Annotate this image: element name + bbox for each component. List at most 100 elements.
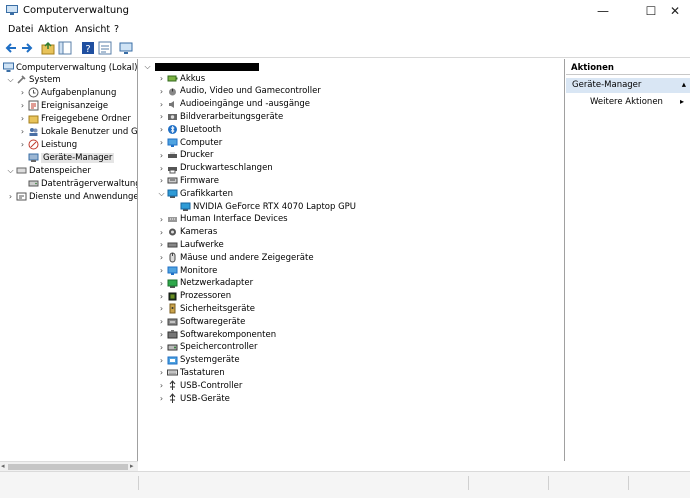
- tree-item-geraete-manager[interactable]: Geräte-Manager: [27, 151, 115, 164]
- tree-item-system[interactable]: ⌵ System: [6, 73, 60, 86]
- menu-ansicht[interactable]: Ansicht: [75, 24, 110, 35]
- usb-controller-icon: [167, 380, 178, 391]
- tree-item-lokale-benutzer[interactable]: › Lokale Benutzer und Gr: [18, 125, 137, 138]
- chevron-right-icon[interactable]: ›: [157, 265, 166, 276]
- chevron-right-icon[interactable]: ›: [157, 137, 166, 148]
- actions-section-geraete-manager[interactable]: Geräte-Manager ▴: [566, 78, 690, 93]
- device-category-bildverarbeitung[interactable]: › Bildverarbeitungsgeräte: [157, 110, 283, 123]
- collapse-arrow-icon[interactable]: ▴: [682, 78, 686, 93]
- chevron-right-icon[interactable]: ›: [18, 113, 27, 124]
- device-category-maeuse[interactable]: › Mäuse und andere Zeigegeräte: [157, 251, 314, 264]
- chevron-down-icon[interactable]: ⌵: [6, 74, 15, 85]
- chevron-right-icon[interactable]: ›: [157, 393, 166, 404]
- imaging-icon: [167, 111, 178, 122]
- help-icon[interactable]: ?: [80, 40, 96, 56]
- chevron-right-icon[interactable]: ›: [157, 367, 166, 378]
- device-category-bluetooth[interactable]: › Bluetooth: [157, 123, 221, 136]
- device-category-sicherheitsgeraete[interactable]: › Sicherheitsgeräte: [157, 302, 255, 315]
- chevron-right-icon[interactable]: ›: [157, 111, 166, 122]
- chevron-right-icon[interactable]: ›: [157, 99, 166, 110]
- chevron-right-icon[interactable]: ›: [157, 329, 166, 340]
- chevron-right-icon[interactable]: ›: [157, 342, 166, 353]
- chevron-right-icon[interactable]: ›: [18, 126, 27, 137]
- device-category-laufwerke[interactable]: › Laufwerke: [157, 238, 224, 251]
- chevron-right-icon[interactable]: ›: [157, 73, 166, 84]
- device-category-speichercontroller[interactable]: › Speichercontroller: [157, 341, 258, 354]
- device-category-usb-geraete[interactable]: › USB-Geräte: [157, 392, 230, 405]
- submenu-arrow-icon[interactable]: ▸: [680, 97, 684, 106]
- scroll-right-icon[interactable]: ▸: [130, 462, 134, 470]
- tools-icon: [16, 74, 27, 85]
- device-category-computer[interactable]: › Computer: [157, 136, 222, 149]
- horizontal-scrollbar[interactable]: ◂ ▸: [0, 461, 138, 471]
- action-weitere-aktionen[interactable]: Weitere Aktionen: [590, 97, 663, 107]
- device-category-kameras[interactable]: › Kameras: [157, 226, 217, 239]
- chevron-right-icon[interactable]: ›: [18, 87, 27, 98]
- chevron-right-icon[interactable]: ›: [157, 239, 166, 250]
- device-category-nvidia-gpu[interactable]: NVIDIA GeForce RTX 4070 Laptop GPU: [179, 200, 356, 213]
- disk-management-icon: [28, 178, 39, 189]
- device-category-drucker[interactable]: › Drucker: [157, 149, 214, 162]
- close-button[interactable]: ✕: [660, 3, 690, 19]
- chevron-right-icon[interactable]: ›: [18, 139, 27, 150]
- menu-help[interactable]: ?: [114, 24, 119, 35]
- up-folder-icon[interactable]: [40, 40, 56, 56]
- device-category-netzwerkadapter[interactable]: › Netzwerkadapter: [157, 277, 253, 290]
- chevron-right-icon[interactable]: ›: [157, 175, 166, 186]
- device-tree-root[interactable]: ⌵: [143, 60, 259, 73]
- forward-arrow-icon[interactable]: [19, 40, 35, 56]
- device-category-firmware[interactable]: › Firmware: [157, 174, 219, 187]
- tree-item-ereignisanzeige[interactable]: › Ereignisanzeige: [18, 99, 108, 112]
- tree-item-freigegebene-ordner[interactable]: › Freigegebene Ordner: [18, 112, 131, 125]
- chevron-right-icon[interactable]: ›: [157, 291, 166, 302]
- chevron-right-icon[interactable]: ›: [157, 316, 166, 327]
- chevron-right-icon[interactable]: ›: [18, 100, 27, 111]
- device-category-softwarekomponenten[interactable]: › Softwarekomponenten: [157, 328, 276, 341]
- device-category-prozessoren[interactable]: › Prozessoren: [157, 290, 231, 303]
- event-viewer-icon: [28, 100, 39, 111]
- chevron-right-icon[interactable]: ›: [157, 380, 166, 391]
- tree-item-leistung[interactable]: › Leistung: [18, 138, 77, 151]
- scroll-left-icon[interactable]: ◂: [1, 462, 5, 470]
- monitor-icon[interactable]: [118, 40, 134, 56]
- chevron-right-icon[interactable]: ›: [157, 86, 166, 97]
- chevron-right-icon[interactable]: ›: [157, 124, 166, 135]
- chevron-down-icon[interactable]: ⌵: [143, 61, 152, 72]
- chevron-right-icon[interactable]: ›: [157, 278, 166, 289]
- back-arrow-icon[interactable]: [3, 40, 19, 56]
- chevron-right-icon[interactable]: ›: [157, 150, 166, 161]
- device-category-akkus[interactable]: › Akkus: [157, 72, 205, 85]
- chevron-right-icon[interactable]: ›: [157, 303, 166, 314]
- device-category-grafikkarten[interactable]: ⌵ Grafikkarten: [157, 187, 233, 200]
- menu-datei[interactable]: Datei: [8, 24, 33, 35]
- show-hide-tree-icon[interactable]: [57, 40, 73, 56]
- chevron-right-icon[interactable]: ›: [157, 214, 166, 225]
- scrollbar-thumb[interactable]: [8, 464, 128, 470]
- storage-icon: [16, 165, 27, 176]
- chevron-right-icon[interactable]: ›: [157, 252, 166, 263]
- device-category-hid[interactable]: › Human Interface Devices: [157, 213, 288, 226]
- device-category-druckwarteschlangen[interactable]: › Druckwarteschlangen: [157, 162, 273, 175]
- device-category-systemgeraete[interactable]: › Systemgeräte: [157, 354, 240, 367]
- chevron-right-icon[interactable]: ›: [6, 191, 15, 202]
- minimize-button[interactable]: —: [588, 3, 618, 19]
- chevron-right-icon[interactable]: ›: [157, 227, 166, 238]
- device-category-monitore[interactable]: › Monitore: [157, 264, 217, 277]
- device-category-usb-controller[interactable]: › USB-Controller: [157, 379, 242, 392]
- tree-item-dienste[interactable]: › Dienste und Anwendungen: [6, 190, 137, 203]
- chevron-down-icon[interactable]: ⌵: [157, 188, 166, 199]
- tree-item-datenspeicher[interactable]: ⌵ Datenspeicher: [6, 164, 90, 177]
- chevron-down-icon[interactable]: ⌵: [6, 165, 15, 176]
- tree-item-aufgabenplanung[interactable]: › Aufgabenplanung: [18, 86, 116, 99]
- device-category-tastaturen[interactable]: › Tastaturen: [157, 366, 225, 379]
- properties-icon[interactable]: [97, 40, 113, 56]
- menu-aktion[interactable]: Aktion: [38, 24, 68, 35]
- device-category-audio-video-gamecontroller[interactable]: › Audio, Video und Gamecontroller: [157, 85, 321, 98]
- storage-controller-icon: [167, 342, 178, 353]
- device-category-softwaregeraete[interactable]: › Softwaregeräte: [157, 315, 245, 328]
- device-category-audioeingaenge[interactable]: › Audioeingänge und -ausgänge: [157, 98, 310, 111]
- chevron-right-icon[interactable]: ›: [157, 163, 166, 174]
- processor-icon: [167, 291, 178, 302]
- chevron-right-icon[interactable]: ›: [157, 355, 166, 366]
- tree-item-datentraegerverwaltung[interactable]: Datenträgerverwaltung: [27, 177, 137, 190]
